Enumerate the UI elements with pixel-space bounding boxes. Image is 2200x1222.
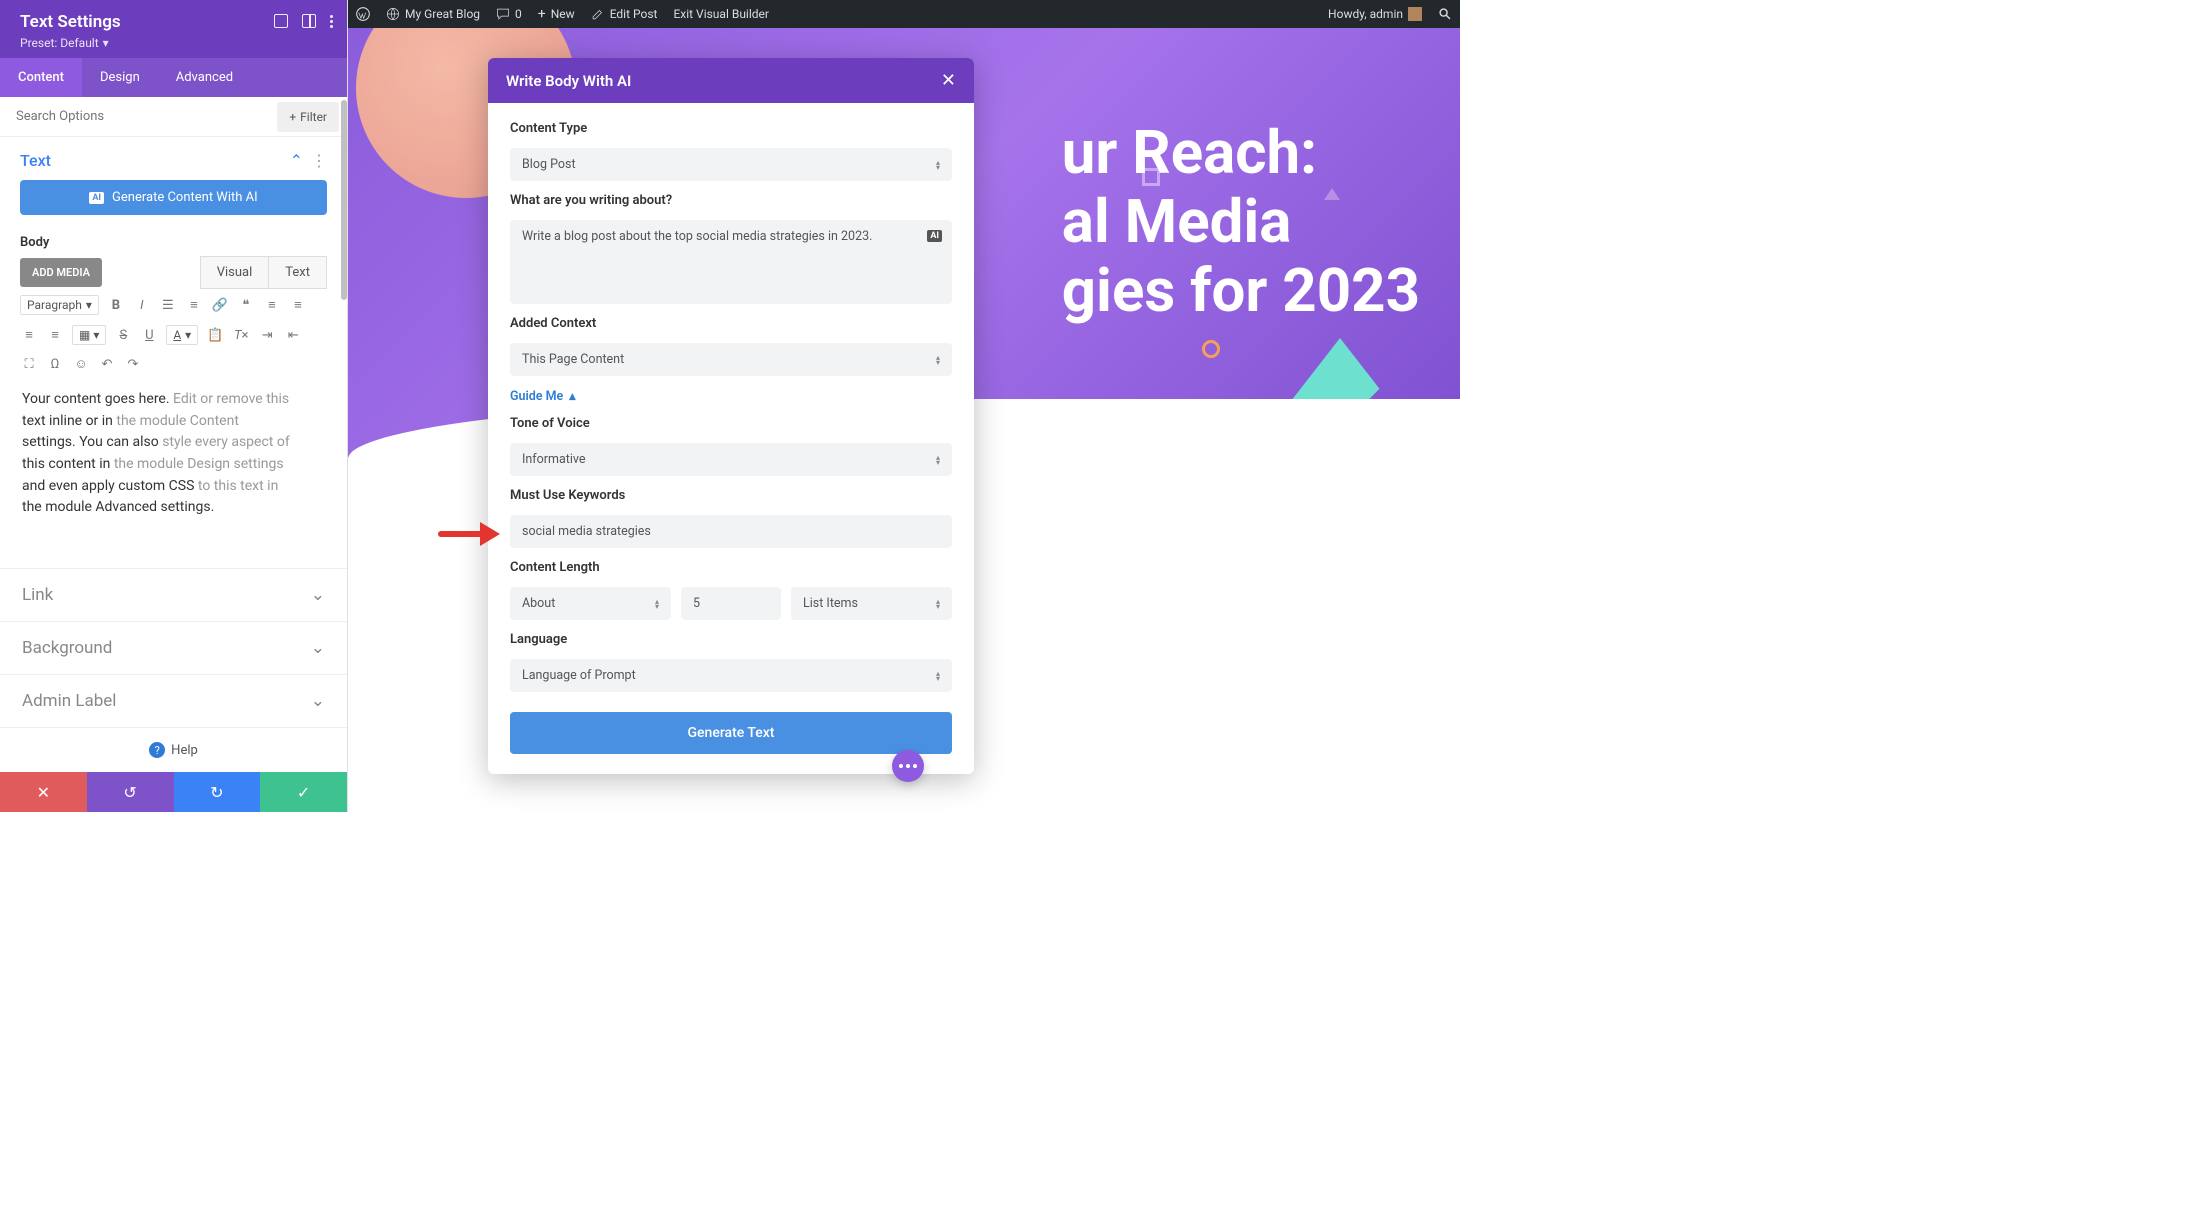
background-accordion[interactable]: Background⌄ bbox=[0, 622, 347, 675]
settings-tabs: Content Design Advanced bbox=[0, 58, 347, 97]
ai-icon[interactable]: AI bbox=[927, 230, 942, 242]
special-char-icon[interactable]: Ω bbox=[46, 355, 64, 373]
strike-icon[interactable]: S bbox=[114, 326, 132, 344]
editor-toolbar: Paragraph▾ B I ☰ ≡ 🔗 ❝ ≡ ≡ ≡ ≡ ▦ ▾ S U A… bbox=[0, 289, 347, 379]
keywords-input[interactable]: social media strategies bbox=[510, 515, 952, 548]
sidebar-header: Text Settings Preset: Default▾ bbox=[0, 0, 347, 58]
undo-button[interactable]: ↺ bbox=[87, 772, 174, 812]
search-options-input[interactable] bbox=[0, 97, 277, 136]
length-number-input[interactable]: 5 bbox=[681, 587, 781, 620]
chevron-down-icon: ⌄ bbox=[311, 691, 325, 711]
link-icon[interactable]: 🔗 bbox=[211, 296, 229, 314]
edit-post-link[interactable]: Edit Post bbox=[591, 7, 658, 21]
content-type-select[interactable]: Blog Post▴▾ bbox=[510, 148, 952, 181]
redo-button[interactable]: ↻ bbox=[174, 772, 261, 812]
align-center-icon[interactable]: ≡ bbox=[289, 296, 307, 314]
outdent-icon[interactable]: ⇤ bbox=[284, 326, 302, 344]
undo-icon[interactable]: ↶ bbox=[98, 355, 116, 373]
writing-about-label: What are you writing about? bbox=[510, 193, 952, 208]
table-select[interactable]: ▦ ▾ bbox=[72, 325, 106, 345]
cancel-button[interactable]: ✕ bbox=[0, 772, 87, 812]
content-type-label: Content Type bbox=[510, 121, 952, 136]
link-accordion[interactable]: Link⌄ bbox=[0, 569, 347, 622]
text-section-label[interactable]: Text bbox=[20, 151, 51, 170]
close-icon[interactable]: ✕ bbox=[941, 70, 956, 91]
tab-content[interactable]: Content bbox=[0, 58, 82, 97]
collapse-icon[interactable]: ⌃ bbox=[290, 151, 303, 170]
chevron-down-icon: ⌄ bbox=[311, 638, 325, 658]
admin-label-accordion[interactable]: Admin Label⌄ bbox=[0, 675, 347, 728]
guide-me-toggle[interactable]: Guide Me▴ bbox=[510, 388, 952, 404]
expand-icon[interactable] bbox=[274, 14, 288, 28]
wp-admin-bar: My Great Blog 0 +New Edit Post Exit Visu… bbox=[348, 0, 1460, 28]
paste-icon[interactable]: 📋 bbox=[206, 326, 224, 344]
align-right-icon[interactable]: ≡ bbox=[20, 326, 38, 344]
tone-select[interactable]: Informative▴▾ bbox=[510, 443, 952, 476]
generate-content-button[interactable]: AIGenerate Content With AI bbox=[20, 180, 327, 215]
ai-modal: Write Body With AI ✕ Content Type Blog P… bbox=[488, 58, 974, 774]
new-link[interactable]: +New bbox=[538, 6, 575, 22]
section-more-icon[interactable]: ⋮ bbox=[311, 151, 327, 170]
align-justify-icon[interactable]: ≡ bbox=[46, 326, 64, 344]
content-length-label: Content Length bbox=[510, 560, 952, 575]
added-context-select[interactable]: This Page Content▴▾ bbox=[510, 343, 952, 376]
more-icon[interactable] bbox=[330, 15, 333, 28]
layout-icon[interactable] bbox=[302, 14, 316, 28]
filter-button[interactable]: +Filter bbox=[277, 102, 339, 132]
search-icon[interactable] bbox=[1438, 7, 1452, 21]
text-tab[interactable]: Text bbox=[268, 256, 327, 289]
color-select[interactable]: A ▾ bbox=[166, 325, 198, 345]
italic-icon[interactable]: I bbox=[133, 296, 151, 314]
avatar bbox=[1408, 7, 1422, 21]
language-select[interactable]: Language of Prompt▴▾ bbox=[510, 659, 952, 692]
preset-dropdown[interactable]: Preset: Default▾ bbox=[20, 36, 327, 50]
length-unit-select[interactable]: List Items▴▾ bbox=[791, 587, 952, 620]
settings-sidebar: Text Settings Preset: Default▾ Content D… bbox=[0, 0, 348, 812]
redo-icon[interactable]: ↷ bbox=[124, 355, 142, 373]
help-icon: ? bbox=[149, 742, 165, 758]
visual-tab[interactable]: Visual bbox=[200, 256, 269, 289]
annotation-arrow bbox=[438, 522, 508, 546]
wp-logo[interactable] bbox=[356, 7, 370, 21]
generate-text-button[interactable]: Generate Text bbox=[510, 712, 952, 754]
added-context-label: Added Context bbox=[510, 316, 952, 331]
tone-label: Tone of Voice bbox=[510, 416, 952, 431]
exit-vb-link[interactable]: Exit Visual Builder bbox=[673, 7, 769, 21]
quote-icon[interactable]: ❝ bbox=[237, 296, 255, 314]
number-list-icon[interactable]: ≡ bbox=[185, 296, 203, 314]
more-actions-fab[interactable] bbox=[892, 750, 924, 782]
body-label: Body bbox=[0, 223, 347, 256]
align-left-icon[interactable]: ≡ bbox=[263, 296, 281, 314]
writing-about-textarea[interactable] bbox=[510, 220, 952, 304]
help-link[interactable]: ?Help bbox=[0, 728, 347, 772]
keywords-label: Must Use Keywords bbox=[510, 488, 952, 503]
tab-advanced[interactable]: Advanced bbox=[158, 58, 251, 97]
ai-icon: AI bbox=[89, 192, 104, 204]
hero-title: ur Reach:al Mediagies for 2023 bbox=[1062, 118, 1420, 325]
paragraph-select[interactable]: Paragraph▾ bbox=[20, 295, 99, 315]
clear-format-icon[interactable]: T× bbox=[232, 326, 250, 344]
howdy-user[interactable]: Howdy, admin bbox=[1328, 7, 1422, 21]
indent-icon[interactable]: ⇥ bbox=[258, 326, 276, 344]
modal-title: Write Body With AI bbox=[506, 72, 631, 90]
underline-icon[interactable]: U bbox=[140, 326, 158, 344]
tab-design[interactable]: Design bbox=[82, 58, 158, 97]
add-media-button[interactable]: ADD MEDIA bbox=[20, 258, 102, 287]
length-mode-select[interactable]: About▴▾ bbox=[510, 587, 671, 620]
save-button[interactable]: ✓ bbox=[260, 772, 347, 812]
bullet-list-icon[interactable]: ☰ bbox=[159, 296, 177, 314]
comments-link[interactable]: 0 bbox=[496, 7, 522, 21]
emoji-icon[interactable]: ☺ bbox=[72, 355, 90, 373]
sidebar-scrollbar[interactable] bbox=[341, 100, 347, 772]
editor-content[interactable]: Your content goes here. Edit or remove t… bbox=[0, 379, 347, 529]
bold-icon[interactable]: B bbox=[107, 296, 125, 314]
fullscreen-icon[interactable]: ⛶ bbox=[20, 355, 38, 373]
language-label: Language bbox=[510, 632, 952, 647]
chevron-down-icon: ⌄ bbox=[311, 585, 325, 605]
site-name[interactable]: My Great Blog bbox=[386, 7, 480, 21]
